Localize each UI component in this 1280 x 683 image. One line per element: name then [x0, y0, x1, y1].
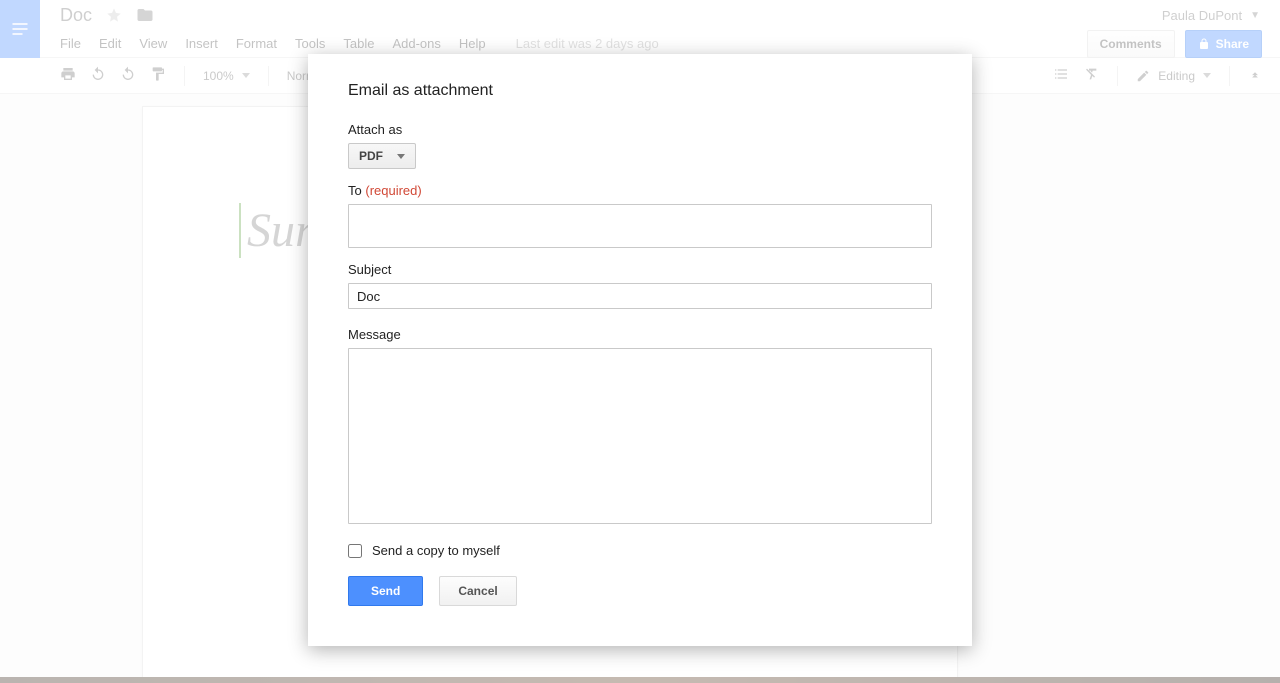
message-field[interactable]	[348, 348, 932, 524]
subject-field[interactable]	[348, 283, 932, 309]
message-label: Message	[348, 327, 932, 342]
attach-as-dropdown[interactable]: PDF	[348, 143, 416, 169]
email-attachment-dialog: Email as attachment Attach as PDF To (re…	[308, 54, 972, 646]
chevron-down-icon	[397, 154, 405, 159]
send-button[interactable]: Send	[348, 576, 423, 606]
copy-self-label: Send a copy to myself	[372, 543, 500, 558]
dialog-title: Email as attachment	[348, 82, 932, 100]
copy-self-checkbox[interactable]	[348, 544, 362, 558]
to-field[interactable]	[348, 204, 932, 248]
copy-self-row[interactable]: Send a copy to myself	[348, 543, 932, 558]
subject-label: Subject	[348, 262, 932, 277]
cancel-button[interactable]: Cancel	[439, 576, 516, 606]
attach-as-label: Attach as	[348, 122, 932, 137]
to-label: To (required)	[348, 183, 932, 198]
